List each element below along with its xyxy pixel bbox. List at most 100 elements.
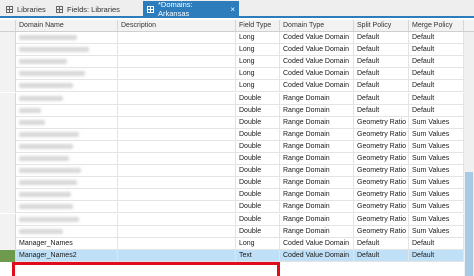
cell-description[interactable]	[118, 128, 236, 141]
row-selector[interactable]	[0, 237, 16, 250]
cell-description[interactable]	[118, 116, 236, 129]
cell-merge-policy[interactable]: Sum Values	[409, 201, 464, 214]
cell-split-policy[interactable]: Default	[354, 44, 409, 57]
table-row[interactable]: Double Range Domain Geometry Ratio Sum Valu…	[0, 225, 464, 238]
row-selector[interactable]	[0, 177, 16, 190]
row-selector[interactable]	[0, 104, 16, 117]
cell-domain-name[interactable]	[16, 165, 118, 178]
cell-description[interactable]	[118, 32, 236, 44]
cell-merge-policy[interactable]: Sum Values	[409, 189, 464, 202]
row-selector[interactable]	[0, 116, 16, 129]
cell-domain-type[interactable]: Range Domain	[280, 140, 354, 153]
cell-domain-type[interactable]: Range Domain	[280, 104, 354, 117]
cell-merge-policy[interactable]: Default	[409, 44, 464, 57]
cell-description[interactable]	[118, 165, 236, 178]
row-selector[interactable]	[0, 165, 16, 178]
cell-domain-type[interactable]: Range Domain	[280, 213, 354, 226]
table-row[interactable]: Manager_Names Long Coded Value Domain Defau…	[0, 237, 464, 250]
row-selector[interactable]	[0, 140, 16, 153]
cell-field-type[interactable]: Double	[236, 213, 280, 226]
cell-split-policy[interactable]: Geometry Ratio	[354, 201, 409, 214]
cell-merge-policy[interactable]: Sum Values	[409, 153, 464, 165]
cell-merge-policy[interactable]: Sum Values	[409, 177, 464, 190]
cell-domain-name[interactable]	[16, 104, 118, 117]
cell-description[interactable]	[118, 225, 236, 238]
cell-domain-name[interactable]	[16, 153, 118, 165]
cell-split-policy[interactable]: Geometry Ratio	[354, 116, 409, 129]
cell-split-policy[interactable]: Default	[354, 92, 409, 105]
cell-domain-name[interactable]	[16, 213, 118, 226]
table-row[interactable]: Long Coded Value Domain Default Default	[0, 68, 464, 81]
cell-field-type[interactable]: Double	[236, 116, 280, 129]
cell-domain-name[interactable]	[16, 116, 118, 129]
cell-split-policy[interactable]: Geometry Ratio	[354, 128, 409, 141]
cell-domain-name[interactable]	[16, 68, 118, 81]
cell-domain-type[interactable]: Range Domain	[280, 201, 354, 214]
cell-domain-name[interactable]	[16, 225, 118, 238]
cell-split-policy[interactable]: Geometry Ratio	[354, 153, 409, 165]
table-row[interactable]: Double Range Domain Default Default	[0, 92, 464, 105]
cell-domain-name[interactable]	[16, 32, 118, 44]
column-header-field-type[interactable]: Field Type	[236, 20, 280, 31]
cell-domain-type[interactable]: Range Domain	[280, 153, 354, 165]
cell-merge-policy[interactable]: Default	[409, 32, 464, 44]
row-selector[interactable]	[0, 56, 16, 69]
cell-description[interactable]	[118, 140, 236, 153]
cell-domain-type[interactable]: Coded Value Domain	[280, 44, 354, 57]
cell-domain-type[interactable]: Range Domain	[280, 177, 354, 190]
cell-description[interactable]	[118, 189, 236, 202]
table-row[interactable]: Long Coded Value Domain Default Default	[0, 56, 464, 69]
cell-domain-name[interactable]	[16, 44, 118, 57]
cell-merge-policy[interactable]: Default	[409, 80, 464, 93]
cell-domain-type[interactable]: Range Domain	[280, 189, 354, 202]
cell-field-type[interactable]: Long	[236, 56, 280, 69]
cell-merge-policy[interactable]: Default	[409, 56, 464, 69]
cell-description[interactable]	[118, 249, 236, 262]
vertical-scrollbar[interactable]	[464, 32, 474, 276]
table-row[interactable]: Long Coded Value Domain Default Default	[0, 80, 464, 93]
cell-description[interactable]	[118, 92, 236, 105]
cell-domain-name[interactable]	[16, 177, 118, 190]
column-header-domain-type[interactable]: Domain Type	[280, 20, 354, 31]
cell-description[interactable]	[118, 44, 236, 57]
row-selector[interactable]	[0, 153, 16, 165]
cell-split-policy[interactable]: Default	[354, 68, 409, 81]
cell-description[interactable]	[118, 153, 236, 165]
cell-description[interactable]	[118, 104, 236, 117]
tab-domains-arkansas[interactable]: *Domains: Arkansas ×	[143, 0, 239, 18]
row-selector[interactable]	[0, 189, 16, 202]
cell-domain-name[interactable]	[16, 189, 118, 202]
cell-split-policy[interactable]: Geometry Ratio	[354, 189, 409, 202]
cell-description[interactable]	[118, 177, 236, 190]
cell-split-policy[interactable]: Geometry Ratio	[354, 165, 409, 178]
cell-merge-policy[interactable]: Sum Values	[409, 213, 464, 226]
cell-description[interactable]	[118, 201, 236, 214]
cell-split-policy[interactable]: Default	[354, 104, 409, 117]
cell-field-type[interactable]: Long	[236, 32, 280, 44]
row-selector[interactable]	[0, 249, 16, 262]
cell-field-type[interactable]: Double	[236, 92, 280, 105]
row-selector[interactable]	[0, 44, 16, 57]
table-row[interactable]: Double Range Domain Geometry Ratio Sum Valu…	[0, 153, 464, 165]
cell-merge-policy[interactable]: Sum Values	[409, 128, 464, 141]
table-row[interactable]: Double Range Domain Geometry Ratio Sum Valu…	[0, 177, 464, 190]
tab-libraries[interactable]: Libraries	[2, 1, 52, 17]
cell-domain-type[interactable]: Coded Value Domain	[280, 80, 354, 93]
tab-fields-libraries[interactable]: Fields: Libraries	[52, 1, 142, 17]
table-row[interactable]: Double Range Domain Geometry Ratio Sum Valu…	[0, 116, 464, 129]
cell-field-type[interactable]: Double	[236, 225, 280, 238]
cell-domain-type[interactable]: Range Domain	[280, 116, 354, 129]
table-row[interactable]: Double Range Domain Geometry Ratio Sum Valu…	[0, 201, 464, 214]
cell-field-type[interactable]: Long	[236, 237, 280, 250]
cell-field-type[interactable]: Text	[236, 249, 280, 262]
column-header-split-policy[interactable]: Split Policy	[354, 20, 409, 31]
cell-split-policy[interactable]: Geometry Ratio	[354, 177, 409, 190]
column-header-merge-policy[interactable]: Merge Policy	[409, 20, 464, 31]
column-header-description[interactable]: Description	[118, 20, 236, 31]
cell-field-type[interactable]: Double	[236, 153, 280, 165]
row-selector[interactable]	[0, 201, 16, 214]
row-selector[interactable]	[0, 80, 16, 93]
cell-description[interactable]	[118, 237, 236, 250]
cell-split-policy[interactable]: Geometry Ratio	[354, 140, 409, 153]
cell-domain-type[interactable]: Coded Value Domain	[280, 249, 354, 262]
